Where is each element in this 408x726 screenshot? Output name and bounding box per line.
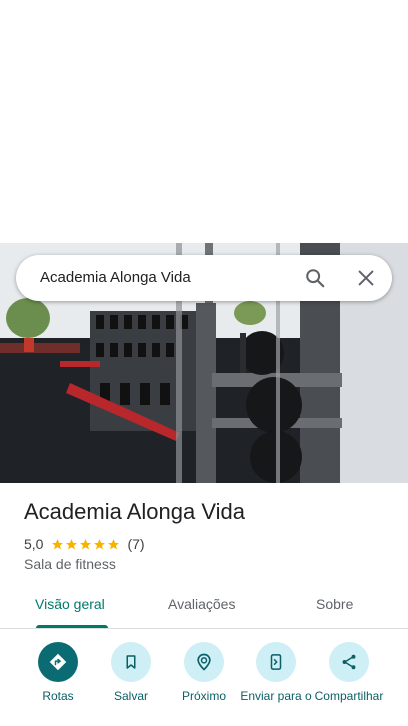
nearby-button-circle[interactable]: [184, 642, 224, 682]
star-icon: [66, 538, 78, 549]
send-to-phone-button[interactable]: Enviar para o: [240, 642, 312, 703]
save-button-circle[interactable]: [111, 642, 151, 682]
tab-about[interactable]: Sobre: [316, 596, 353, 612]
tab-bar: Visão geral Avaliações Sobre: [0, 586, 408, 629]
rating-row[interactable]: 5,0 (7): [24, 535, 145, 553]
close-icon[interactable]: [355, 267, 377, 289]
tab-reviews[interactable]: Avaliações: [168, 596, 235, 612]
tab-indicator: [36, 625, 108, 628]
star-icon: [52, 538, 64, 549]
search-input[interactable]: Academia Alonga Vida: [40, 269, 191, 286]
send-to-phone-icon: [270, 654, 282, 670]
star-icon: [94, 538, 106, 549]
map-area[interactable]: [0, 0, 408, 243]
share-button[interactable]: Compartilhar: [313, 642, 385, 703]
share-button-circle[interactable]: [329, 642, 369, 682]
tab-overview[interactable]: Visão geral: [35, 596, 105, 612]
save-label: Salvar: [113, 689, 148, 703]
star-icon: [108, 538, 120, 549]
directions-icon: [49, 653, 67, 671]
save-button[interactable]: Salvar: [95, 642, 167, 703]
share-icon: [342, 654, 356, 670]
search-bar[interactable]: Academia Alonga Vida: [16, 255, 392, 301]
nearby-icon: [197, 653, 211, 671]
star-icon: [80, 538, 92, 549]
directions-button-circle[interactable]: [38, 642, 78, 682]
rating-stars: [51, 538, 121, 551]
place-title: Academia Alonga Vida: [24, 499, 245, 524]
share-label: Compartilhar: [314, 689, 384, 703]
search-icon[interactable]: [304, 267, 326, 289]
directions-label: Rotas: [42, 689, 74, 703]
send-to-phone-button-circle[interactable]: [256, 642, 296, 682]
nearby-button[interactable]: Próximo: [168, 642, 240, 703]
place-category: Sala de fitness: [24, 556, 116, 572]
send-to-phone-label: Enviar para o: [240, 689, 312, 703]
nearby-label: Próximo: [181, 689, 226, 703]
directions-button[interactable]: Rotas: [22, 642, 94, 703]
rating-value: 5,0: [24, 536, 44, 552]
bookmark-icon: [126, 655, 136, 669]
review-count[interactable]: (7): [127, 536, 144, 552]
